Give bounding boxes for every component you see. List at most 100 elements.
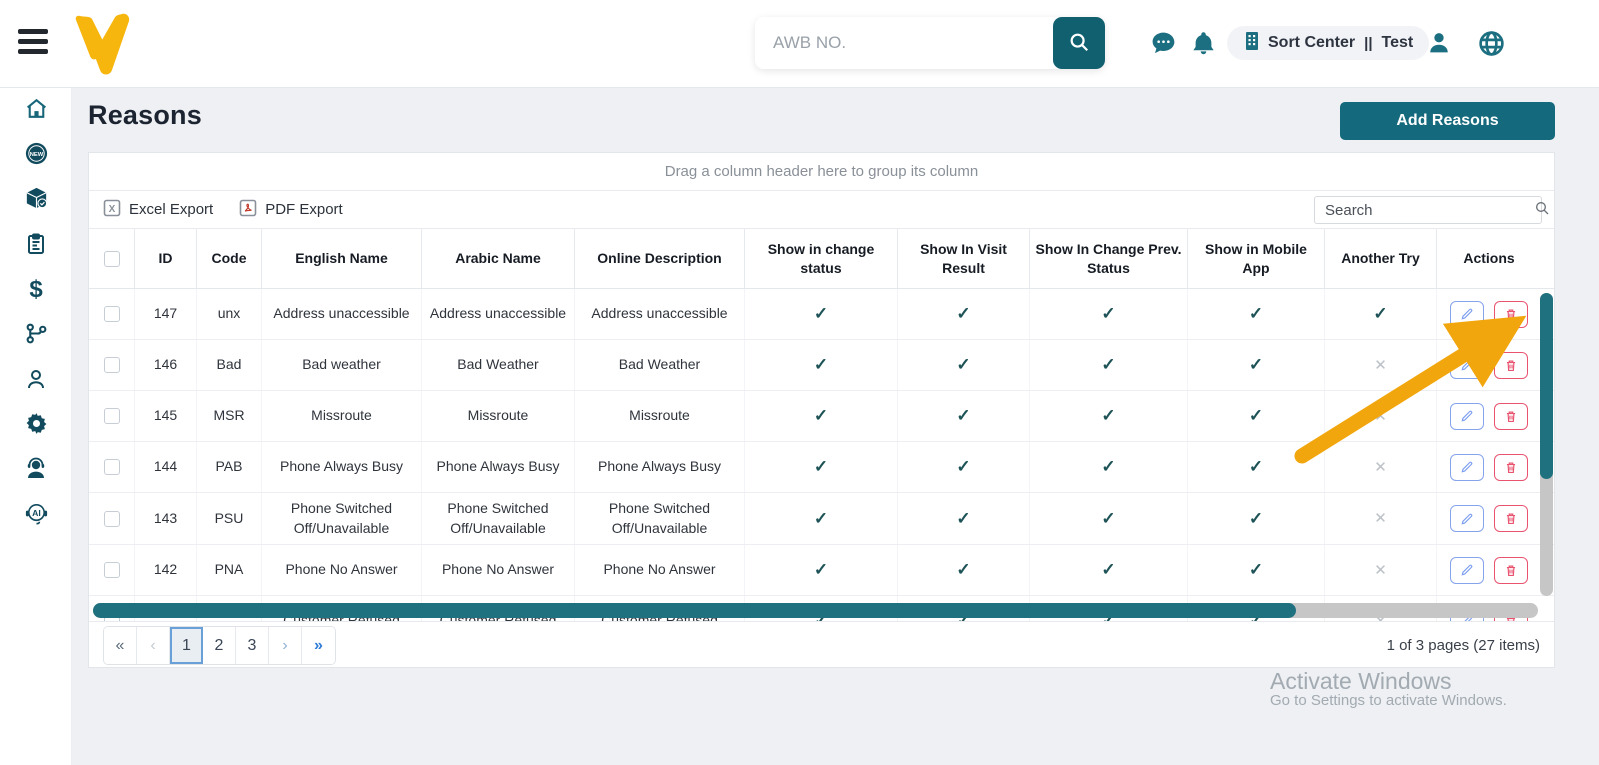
delete-button[interactable] [1494,352,1528,379]
notifications-bell-icon[interactable] [1186,26,1220,60]
activate-windows-watermark: Activate Windows [1270,668,1452,695]
table-row: 146BadBad weatherBad WeatherBad Weather✓… [89,340,1554,391]
edit-button[interactable] [1450,403,1484,430]
column-header-code[interactable]: Code [197,229,262,288]
column-header-show-in-change-prev-status[interactable]: Show In Change Prev. Status [1030,229,1188,288]
check-icon: ✓ [1101,507,1115,531]
cell-id: 144 [135,442,197,492]
horizontal-scrollbar[interactable] [93,603,1538,618]
top-bar: Sort Center || Test [0,0,1599,88]
cell-show_in_change_prev_status: ✓ [1030,289,1188,339]
column-header-show-in-visit-result[interactable]: Show In Visit Result [898,229,1030,288]
language-globe-icon[interactable] [1474,26,1508,60]
table-row: 142PNAPhone No AnswerPhone No AnswerPhon… [89,545,1554,596]
pager-prev-button[interactable]: ‹ [137,627,170,664]
row-checkbox[interactable] [104,408,120,424]
svg-text:AI: AI [32,508,41,518]
person-outline-icon [24,367,48,396]
column-header-actions[interactable]: Actions [1437,229,1541,288]
chat-icon[interactable] [1146,26,1180,60]
column-header-id[interactable]: ID [135,229,197,288]
workspace-badge[interactable]: Sort Center || Test [1227,26,1429,60]
row-checkbox[interactable] [104,357,120,373]
sidebar-item-workflow[interactable] [0,314,72,358]
table-search-input[interactable] [1315,202,1534,219]
column-header-show-in-mobile-app[interactable]: Show in Mobile App [1188,229,1325,288]
vertical-scrollbar[interactable] [1540,293,1553,596]
delete-button[interactable] [1494,557,1528,584]
select-all-checkbox[interactable] [104,251,120,267]
awb-search-button[interactable] [1053,17,1105,69]
cell-arabic_name: Phone Switched Off/Unavailable [422,493,575,544]
cell-code: PSU [197,493,262,544]
pdf-export-button[interactable]: PDF Export [239,199,343,221]
cell-arabic_name: Bad Weather [422,340,575,390]
pencil-icon [1460,512,1474,526]
check-icon: ✓ [1249,455,1263,479]
row-checkbox[interactable] [104,459,120,475]
cell-id: 147 [135,289,197,339]
pager-first-button[interactable]: « [104,627,137,664]
search-icon [1068,31,1090,56]
pager-page-1[interactable]: 1 [170,627,203,664]
edit-button[interactable] [1450,454,1484,481]
sidebar-item-reports[interactable] [0,224,72,268]
row-checkbox[interactable] [104,562,120,578]
pager-next-button[interactable]: › [269,627,302,664]
pager-page-3[interactable]: 3 [236,627,269,664]
column-header-english-name[interactable]: English Name [262,229,422,288]
cell-online_description: Phone Always Busy [575,442,745,492]
column-header-another-try[interactable]: Another Try [1325,229,1437,288]
cell-online_description: Address unaccessible [575,289,745,339]
sidebar-item-home[interactable] [0,89,72,133]
edit-button[interactable] [1450,505,1484,532]
check-icon: ✓ [1101,353,1115,377]
row-select-cell [89,493,135,544]
awb-search-input[interactable] [755,17,1053,69]
cell-arabic_name: Missroute [422,391,575,441]
pager-page-2[interactable]: 2 [203,627,236,664]
sidebar-item-users[interactable] [0,359,72,403]
brand-logo[interactable] [70,10,136,78]
cell-show_in_mobile_app: ✓ [1188,493,1325,544]
sidebar-item-ai-assistant[interactable]: AI [0,494,72,538]
column-header-online-description[interactable]: Online Description [575,229,745,288]
horizontal-scrollbar-thumb[interactable] [93,603,1296,618]
excel-icon: X [103,199,121,221]
delete-button[interactable] [1494,403,1528,430]
hamburger-menu-icon[interactable] [18,29,48,57]
check-icon: ✓ [956,353,970,377]
edit-button[interactable] [1450,352,1484,379]
pager-last-button[interactable]: » [302,627,335,664]
column-header-show-in-change-status[interactable]: Show in change status [745,229,898,288]
user-profile-icon[interactable] [1422,26,1456,60]
vertical-scrollbar-thumb[interactable] [1540,293,1553,479]
row-checkbox[interactable] [104,511,120,527]
column-header-arabic-name[interactable]: Arabic Name [422,229,575,288]
cell-actions [1437,442,1541,492]
delete-button[interactable] [1494,301,1528,328]
delete-button[interactable] [1494,505,1528,532]
sidebar-item-new-features[interactable]: NEW [0,134,72,178]
sidebar-item-billing[interactable]: $ [0,269,72,313]
row-checkbox[interactable] [104,306,120,322]
excel-export-button[interactable]: X Excel Export [103,199,213,221]
row-select-cell [89,340,135,390]
sidebar-item-settings[interactable] [0,404,72,448]
group-drop-zone[interactable]: Drag a column header here to group its c… [89,153,1554,191]
delete-button[interactable] [1494,454,1528,481]
edit-button[interactable] [1450,301,1484,328]
check-icon: ✓ [814,455,828,479]
add-reasons-button[interactable]: Add Reasons [1340,102,1555,140]
cell-arabic_name: Address unaccessible [422,289,575,339]
table-body: 147unxAddress unaccessibleAddress unacce… [89,289,1554,621]
search-icon [1534,200,1558,221]
workspace-separator: || [1362,35,1374,52]
cell-online_description: Phone No Answer [575,545,745,595]
edit-button[interactable] [1450,557,1484,584]
check-icon: ✓ [1101,558,1115,582]
sidebar-item-shipments[interactable] [0,179,72,223]
reasons-table-card: Drag a column header here to group its c… [88,152,1555,668]
pager: « ‹ 1 2 3 › » [103,626,336,665]
sidebar-item-support[interactable] [0,449,72,493]
